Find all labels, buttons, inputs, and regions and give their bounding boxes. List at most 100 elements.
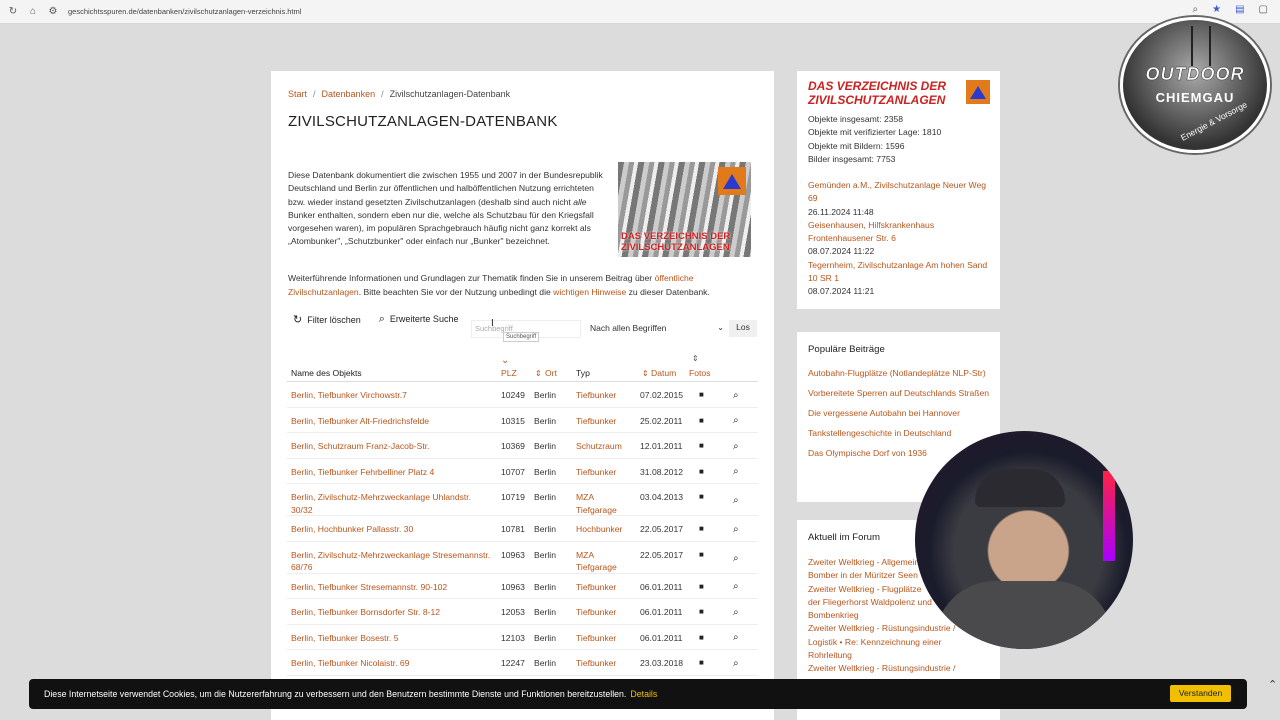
cookie-details-link[interactable]: Details [630, 689, 657, 699]
details-search-icon[interactable]: ⌕ [733, 415, 753, 428]
row-name-link[interactable]: Berlin, Schutzraum Franz-Jacob-Str. [291, 440, 491, 453]
news-link[interactable]: Tegernheim, Zivilschutzanlage Am hohen S… [808, 260, 987, 283]
row-typ-link[interactable]: Tiefbunker [576, 632, 632, 645]
col-fotos[interactable]: Fotos [689, 368, 711, 378]
row-typ-link[interactable]: Tiefbunker [576, 415, 632, 428]
table-row[interactable]: Berlin, Schutzraum Franz-Jacob-Str. 10369… [287, 433, 758, 459]
col-name[interactable]: Name des Objekts [291, 368, 362, 378]
row-name-link[interactable]: Berlin, Zivilschutz-Mehrzweckanlage Uhla… [291, 491, 491, 517]
advanced-search-button[interactable]: ⌕ Erweiterte Suche [379, 313, 459, 326]
link-important-notes[interactable]: wichtigen Hinweise [553, 287, 626, 297]
row-typ-link[interactable]: Tiefbunker [576, 581, 632, 594]
breadcrumb-databases[interactable]: Datenbanken [322, 89, 376, 99]
news-link[interactable]: Geisenhausen, Hilfskrankenhaus Frontenha… [808, 220, 934, 243]
extensions-icon[interactable]: ▢ [1259, 4, 1268, 15]
cookie-accept-button[interactable]: Verstanden [1170, 685, 1231, 702]
text-cursor-icon: I [491, 318, 494, 329]
camera-icon: ■ [699, 415, 704, 425]
details-search-icon[interactable]: ⌕ [733, 581, 753, 594]
reload-icon[interactable]: ↻ [6, 5, 20, 19]
zoom-icon[interactable]: ⌕ [1193, 4, 1199, 15]
table-row[interactable]: Berlin, Tiefbunker Bosestr. 5 12103 Berlin… [287, 625, 758, 650]
popular-post-link[interactable]: Tankstellengeschichte in Deutschland [808, 427, 990, 440]
cookie-banner: Diese Internetseite verwendet Cookies, u… [29, 679, 1247, 709]
row-date: 23.03.2018 [640, 658, 684, 668]
row-name-link[interactable]: Berlin, Tiefbunker Virchowstr.7 [291, 389, 491, 402]
scroll-up-icon[interactable]: ⌃ [1268, 678, 1277, 691]
table-row[interactable]: Berlin, Zivilschutz-Mehrzweckanlage Uhla… [287, 484, 758, 516]
forum-link[interactable]: Rohrleitung [808, 649, 990, 662]
details-search-icon[interactable]: ⌕ [733, 495, 753, 508]
row-plz: 10781 [501, 524, 525, 534]
row-date: 22.05.2017 [640, 524, 684, 534]
col-plz[interactable]: PLZ [501, 368, 517, 378]
row-typ-link[interactable]: Tiefbunker [576, 657, 632, 670]
row-ort: Berlin [534, 632, 556, 643]
stat-verified: Objekte mit verifizierter Lage: 1810 [808, 127, 942, 138]
table-row[interactable]: Berlin, Hochbunker Pallasstr. 30 10781 Ber… [287, 516, 758, 542]
search-tools: ↻ Filter löschen ⌕ Erweiterte Suche [293, 313, 458, 326]
search-mode-select[interactable]: Nach allen Begriffen ⌄ [586, 321, 728, 337]
table-row[interactable]: Berlin, Tiefbunker Bornsdorfer Str. 8-12… [287, 599, 758, 625]
row-ort: Berlin [534, 524, 556, 534]
row-typ-link[interactable]: Tiefbunker [576, 466, 632, 479]
address-bar[interactable]: geschichtsspuren.de/datenbanken/zivilsch… [68, 7, 301, 16]
details-search-icon[interactable]: ⌕ [733, 553, 753, 566]
table-row[interactable]: Berlin, Tiefbunker Stresemannstr. 90-102… [287, 574, 758, 599]
civil-defense-triangle-icon [966, 80, 990, 104]
table-row[interactable]: Berlin, Tiefbunker Alt-Friedrichsfelde 10… [287, 408, 758, 433]
row-name-link[interactable]: Berlin, Tiefbunker Alt-Friedrichsfelde [291, 415, 491, 428]
table-row[interactable]: Berlin, Tiefbunker Virchowstr.7 10249 Berl… [287, 382, 758, 408]
row-typ-link[interactable]: Hochbunker [576, 523, 632, 536]
table-row[interactable]: Berlin, Tiefbunker Fehrbelliner Platz 4 1… [287, 459, 758, 484]
popular-posts-heading: Populäre Beiträge [808, 344, 885, 355]
col-ort[interactable]: Ort [545, 368, 557, 378]
person-body [935, 581, 1113, 649]
row-date: 06.01.2011 [640, 607, 683, 617]
row-typ-link[interactable]: Tiefbunker [576, 389, 632, 402]
translate-icon[interactable]: ▤ [1235, 4, 1244, 15]
row-typ-link[interactable]: Tiefbunker [576, 606, 632, 619]
camera-icon: ■ [699, 607, 704, 616]
row-name-link[interactable]: Berlin, Zivilschutz-Mehrzweckanlage Stre… [291, 549, 491, 575]
table-row[interactable]: Berlin, Tiefbunker Nicolaistr. 69 12247 Be… [287, 650, 758, 676]
bookmark-star-icon[interactable]: ★ [1212, 4, 1221, 15]
col-datum[interactable]: Datum [651, 368, 676, 378]
details-search-icon[interactable]: ⌕ [733, 658, 753, 671]
popular-post-link[interactable]: Autobahn-Flugplätze (Notlandeplätze NLP-… [808, 367, 990, 380]
forum-link[interactable]: Zweiter Weltkrieg - Rüstungsindustrie / [808, 662, 990, 675]
home-icon[interactable]: ⌂ [26, 5, 40, 19]
row-name-link[interactable]: Berlin, Tiefbunker Nicolaistr. 69 [291, 657, 491, 670]
col-typ: Typ [576, 368, 590, 378]
details-search-icon[interactable]: ⌕ [733, 607, 753, 620]
row-typ-link[interactable]: MZA Tiefgarage [576, 549, 632, 575]
row-name-link[interactable]: Berlin, Tiefbunker Fehrbelliner Platz 4 [291, 466, 491, 479]
details-search-icon[interactable]: ⌕ [733, 466, 753, 479]
row-name-link[interactable]: Berlin, Tiefbunker Stresemannstr. 90-102 [291, 581, 491, 594]
details-search-icon[interactable]: ⌕ [733, 524, 753, 537]
breadcrumb-start[interactable]: Start [288, 89, 307, 99]
table-row[interactable]: Berlin, Zivilschutz-Mehrzweckanlage Stre… [287, 542, 758, 574]
camera-icon: ■ [699, 581, 704, 591]
row-name-link[interactable]: Berlin, Tiefbunker Bornsdorfer Str. 8-12 [291, 606, 491, 619]
site-info-icon[interactable]: ⚙ [46, 5, 60, 19]
row-name-link[interactable]: Berlin, Hochbunker Pallasstr. 30 [291, 523, 491, 536]
search-go-button[interactable]: Los [729, 320, 757, 337]
filter-clear-button[interactable]: ↻ Filter löschen [293, 313, 361, 326]
sort-icon: ⇕ [692, 354, 699, 363]
refresh-icon: ↻ [293, 314, 303, 326]
news-date: 08.07.2024 11:22 [808, 246, 875, 257]
row-ort: Berlin [534, 441, 556, 451]
news-link[interactable]: Gemünden a.M., Zivilschutzanlage Neuer W… [808, 180, 986, 203]
row-typ-link[interactable]: MZA Tiefgarage [576, 491, 632, 517]
browser-toolbar: ↻ ⌂ ⚙ geschichtsspuren.de/datenbanken/zi… [0, 0, 1280, 24]
details-search-icon[interactable]: ⌕ [733, 632, 753, 645]
row-name-link[interactable]: Berlin, Tiefbunker Bosestr. 5 [291, 632, 491, 645]
details-search-icon[interactable]: ⌕ [733, 390, 753, 403]
popular-post-link[interactable]: Die vergessene Autobahn bei Hannover [808, 407, 990, 420]
chevron-down-icon: ⌄ [717, 323, 724, 332]
camera-icon: ■ [699, 466, 704, 476]
popular-post-link[interactable]: Vorbereitete Sperren auf Deutschlands St… [808, 387, 990, 400]
row-typ-link[interactable]: Schutzraum [576, 440, 632, 453]
details-search-icon[interactable]: ⌕ [733, 441, 753, 454]
